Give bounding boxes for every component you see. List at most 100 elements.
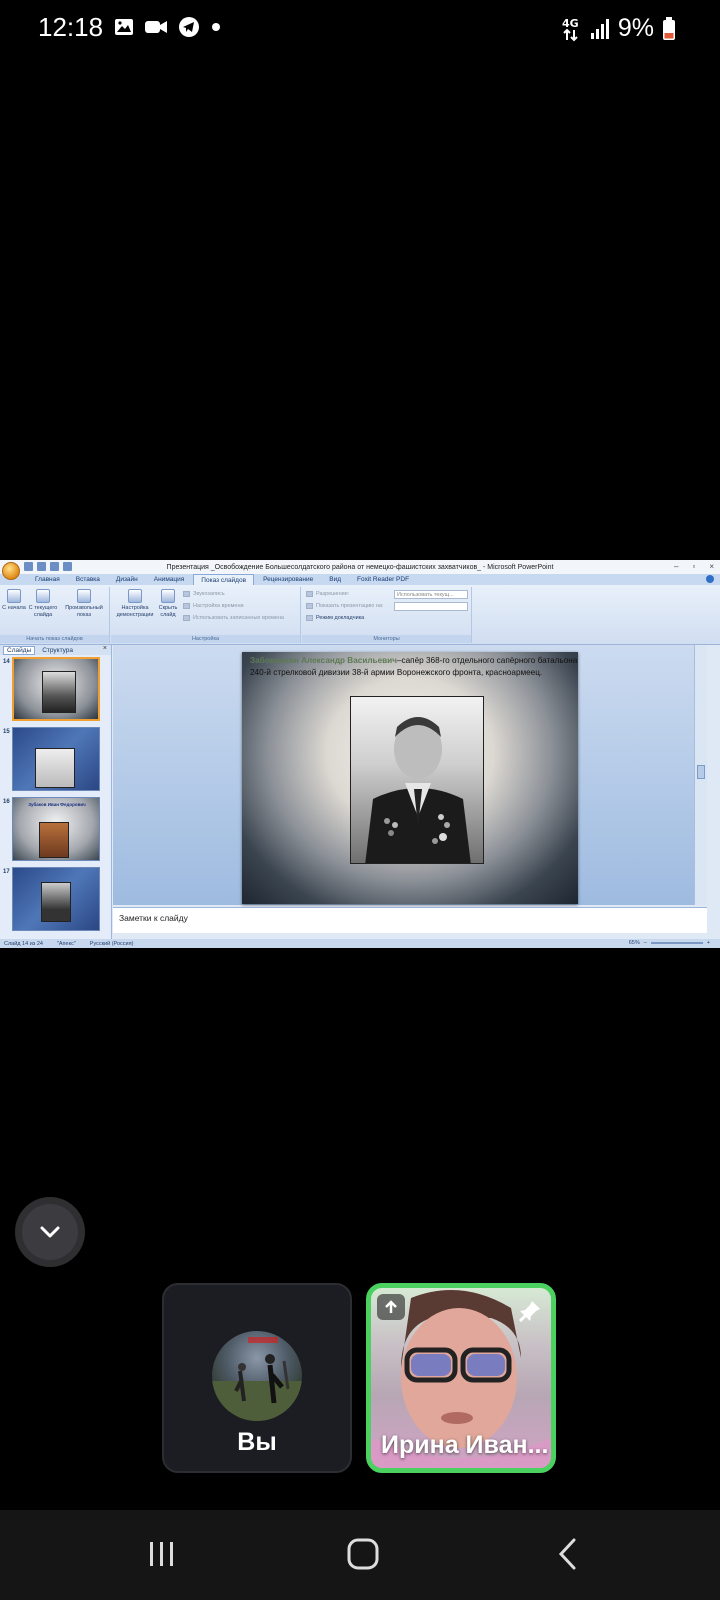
self-video-tile[interactable]: Вы [162, 1283, 352, 1473]
ribbon: С начала С текущего слайда Произвольный … [0, 585, 720, 645]
vertical-scrollbar[interactable] [694, 645, 707, 905]
zoom-slider[interactable] [650, 942, 703, 944]
avatar [212, 1331, 302, 1421]
navigation-bar [0, 1510, 720, 1600]
tab-insert[interactable]: Вставка [69, 574, 107, 585]
tab-foxit[interactable]: Foxit Reader PDF [350, 574, 416, 585]
tab-slideshow[interactable]: Показ слайдов [193, 574, 255, 585]
hide-slide-button[interactable]: Скрыть слайд [157, 589, 179, 619]
portrait-thumbnail [42, 671, 76, 713]
portrait-thumbnail [39, 822, 69, 858]
avatar-image [212, 1337, 302, 1421]
tab-slides[interactable]: Слайды [3, 645, 36, 655]
back-icon [558, 1538, 576, 1570]
use-timings-checkbox[interactable]: Использовать записанные времена [183, 615, 284, 621]
rehearse-button[interactable]: Настройка времени [183, 603, 244, 609]
portrait-photo [350, 696, 484, 864]
home-button[interactable] [341, 1534, 385, 1574]
resolution-select[interactable]: Использовать текущ... [394, 590, 468, 599]
close-icon[interactable]: × [709, 562, 714, 571]
undo-icon[interactable] [37, 562, 46, 571]
battery-icon [663, 16, 675, 40]
group-label-start: Начать показ слайдов [0, 635, 109, 643]
save-icon[interactable] [24, 562, 33, 571]
window-title: Презентация _Освобождение Большесолдатск… [166, 563, 554, 571]
projector-icon [306, 603, 313, 609]
tab-view[interactable]: Вид [322, 574, 348, 585]
custom-show-icon [77, 589, 91, 603]
notification-icons [114, 16, 222, 38]
tab-design[interactable]: Дизайн [109, 574, 145, 585]
group-label-monitors: Мониторы [302, 635, 471, 643]
window-controls: – ▫ × [674, 562, 714, 571]
custom-show-button[interactable]: Произвольный показ [62, 589, 106, 619]
thumbnail-number: 16 [3, 799, 10, 805]
zoom-out-icon[interactable]: – [644, 940, 647, 946]
pin-icon[interactable] [517, 1298, 543, 1324]
pane-tabs: Слайды Структура × [0, 645, 111, 655]
from-current-button[interactable]: С текущего слайда [28, 589, 58, 619]
back-button[interactable] [546, 1534, 590, 1574]
thumbnail-number: 17 [3, 869, 10, 875]
participant-name: Ирина Иван... [381, 1431, 549, 1459]
tab-outline[interactable]: Структура [39, 647, 76, 654]
thumbnail-image [12, 657, 100, 721]
tab-animation[interactable]: Анимация [147, 574, 192, 585]
minimize-icon[interactable]: – [674, 562, 678, 571]
slide-play-icon [36, 589, 50, 603]
record-button[interactable]: Звукозапись [183, 591, 225, 597]
scrollbar-thumb[interactable] [697, 765, 705, 779]
slides-pane: Слайды Структура × 14 15 16 Зубаков Иван… [0, 645, 112, 942]
tab-home[interactable]: Главная [28, 574, 67, 585]
play-icon [7, 589, 21, 603]
redo-icon[interactable] [50, 562, 59, 571]
slide-person-name: Забоврокин Александр Васильевич [250, 656, 397, 665]
app-status-bar: Слайд 14 из 24 "Апекс" Русский (Россия) … [0, 939, 720, 948]
quick-access-toolbar [24, 562, 72, 571]
shared-screen: Презентация _Освобождение Большесолдатск… [0, 560, 720, 948]
office-button[interactable] [2, 562, 20, 580]
video-camera-icon [145, 21, 167, 33]
gallery-icon [115, 19, 133, 35]
close-pane-icon[interactable]: × [103, 645, 107, 652]
checkbox-icon [183, 615, 190, 621]
hide-slide-icon [161, 589, 175, 603]
network-4g-icon: 4G [562, 17, 579, 41]
upload-button[interactable] [377, 1294, 405, 1320]
timer-icon [183, 603, 190, 609]
recent-apps-button[interactable] [140, 1534, 184, 1574]
thumbnail-image: Зубаков Иван Федорович [12, 797, 100, 861]
slide-counter: Слайд 14 из 24 [4, 940, 43, 947]
from-start-button[interactable]: С начала [2, 589, 26, 612]
presenter-view-checkbox[interactable]: Режим докладчика [306, 615, 364, 621]
thumbnail-number: 14 [3, 659, 10, 665]
participant-video-tile[interactable]: Ирина Иван... [366, 1283, 556, 1473]
slide-edit-area[interactable]: Забоврокин Александр Васильевич–сапёр 36… [113, 645, 707, 905]
status-bar: 12:18 4G 9% [0, 0, 720, 58]
help-icon[interactable] [706, 575, 714, 583]
dot-icon [212, 23, 220, 31]
setup-icon [128, 589, 142, 603]
thumbnail-caption: Зубаков Иван Федорович [28, 802, 86, 807]
show-on-select[interactable] [394, 602, 468, 611]
notes-pane[interactable]: Заметки к слайду [113, 907, 707, 933]
monitor-icon [306, 591, 313, 597]
zoom-control[interactable]: 65% – + [629, 940, 710, 946]
collapse-button[interactable] [15, 1197, 85, 1267]
recent-apps-icon [150, 1542, 173, 1566]
zoom-in-icon[interactable]: + [707, 940, 710, 946]
current-slide[interactable]: Забоврокин Александр Васильевич–сапёр 36… [242, 652, 578, 904]
ribbon-tabs: Главная Вставка Дизайн Анимация Показ сл… [0, 574, 720, 585]
soldier-portrait-image [365, 717, 471, 863]
theme-name: "Апекс" [56, 940, 76, 947]
ribbon-group-start: С начала С текущего слайда Произвольный … [0, 587, 110, 643]
chevron-down-icon [40, 1226, 60, 1238]
thumbnail-image [12, 867, 100, 931]
show-on-label: Показать презентацию на: [306, 603, 383, 609]
setup-show-button[interactable]: Настройка демонстрации [115, 589, 155, 619]
window-titlebar: Презентация _Освобождение Большесолдатск… [0, 560, 720, 580]
maximize-icon[interactable]: ▫ [692, 562, 695, 571]
microphone-icon [183, 591, 190, 597]
new-icon[interactable] [63, 562, 72, 571]
tab-review[interactable]: Рецензирование [256, 574, 320, 585]
